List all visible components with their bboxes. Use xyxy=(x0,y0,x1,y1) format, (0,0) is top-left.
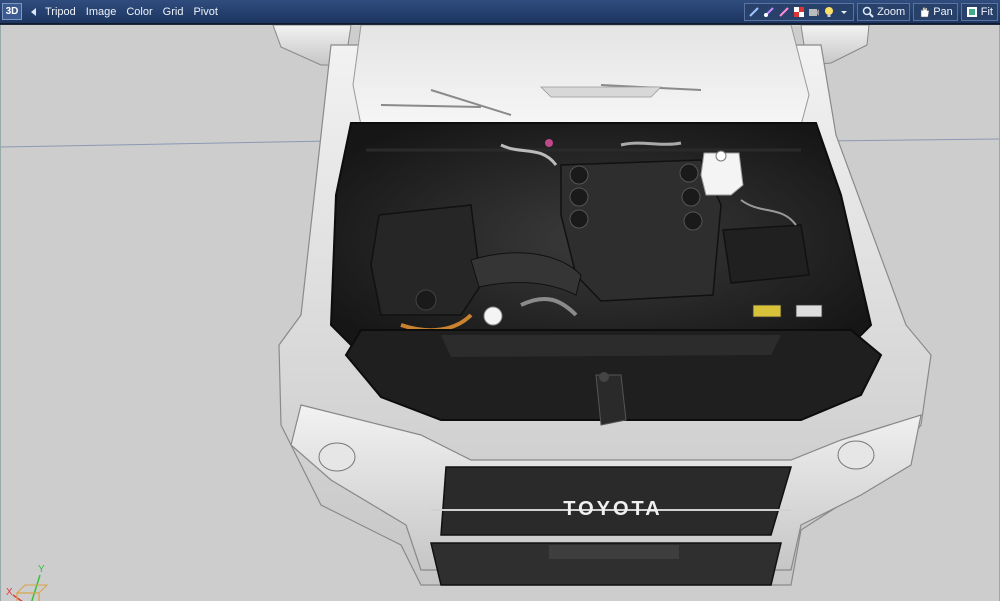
zoom-button[interactable]: Zoom xyxy=(857,3,911,21)
toolbar-right: Zoom Pan Fit xyxy=(744,3,998,21)
render-tools-group xyxy=(744,3,855,21)
hood xyxy=(352,25,810,126)
menu-image[interactable]: Image xyxy=(86,6,117,18)
view-mode-button[interactable]: 3D xyxy=(2,3,22,20)
axis-gizmo: Y X Z xyxy=(6,564,49,601)
lightbulb-icon[interactable] xyxy=(823,6,835,18)
wand-icon[interactable] xyxy=(748,6,760,18)
battery xyxy=(722,224,810,284)
toolbar-menu: Tripod Image Color Grid Pivot xyxy=(45,6,218,18)
viewport-toolbar: 3D Tripod Image Color Grid Pivot Zoom Pa… xyxy=(0,0,1000,24)
x-axis-line xyxy=(12,594,23,601)
menu-pivot[interactable]: Pivot xyxy=(193,6,217,18)
3d-viewport[interactable]: TOYOTA Y X Z xyxy=(0,25,1000,601)
y-axis-label: Y xyxy=(38,564,45,575)
pan-label: Pan xyxy=(933,6,953,18)
magnifier-icon xyxy=(862,6,874,18)
fit-label: Fit xyxy=(980,6,993,18)
truck-model: TOYOTA xyxy=(1,25,999,586)
pen-icon[interactable] xyxy=(778,6,790,18)
brush-icon[interactable] xyxy=(763,6,775,18)
checker-icon[interactable] xyxy=(793,6,805,18)
hood-latch xyxy=(595,374,627,426)
collapse-arrow-icon[interactable] xyxy=(31,7,36,16)
menu-grid[interactable]: Grid xyxy=(163,6,184,18)
oil-cap xyxy=(483,306,503,326)
camera-icon[interactable] xyxy=(808,6,820,18)
dropdown-arrow-icon[interactable] xyxy=(838,6,850,18)
ground-line-left xyxy=(1,140,332,148)
ground-line-right xyxy=(820,138,999,142)
grille-badge: TOYOTA xyxy=(563,498,662,520)
zoom-label: Zoom xyxy=(877,6,906,18)
menu-color[interactable]: Color xyxy=(126,6,152,18)
menu-tripod[interactable]: Tripod xyxy=(45,6,76,18)
pan-button[interactable]: Pan xyxy=(913,3,958,21)
fit-button[interactable]: Fit xyxy=(960,3,998,21)
x-axis-label: X xyxy=(6,587,13,598)
fit-icon xyxy=(966,6,978,18)
hand-icon xyxy=(918,6,930,18)
